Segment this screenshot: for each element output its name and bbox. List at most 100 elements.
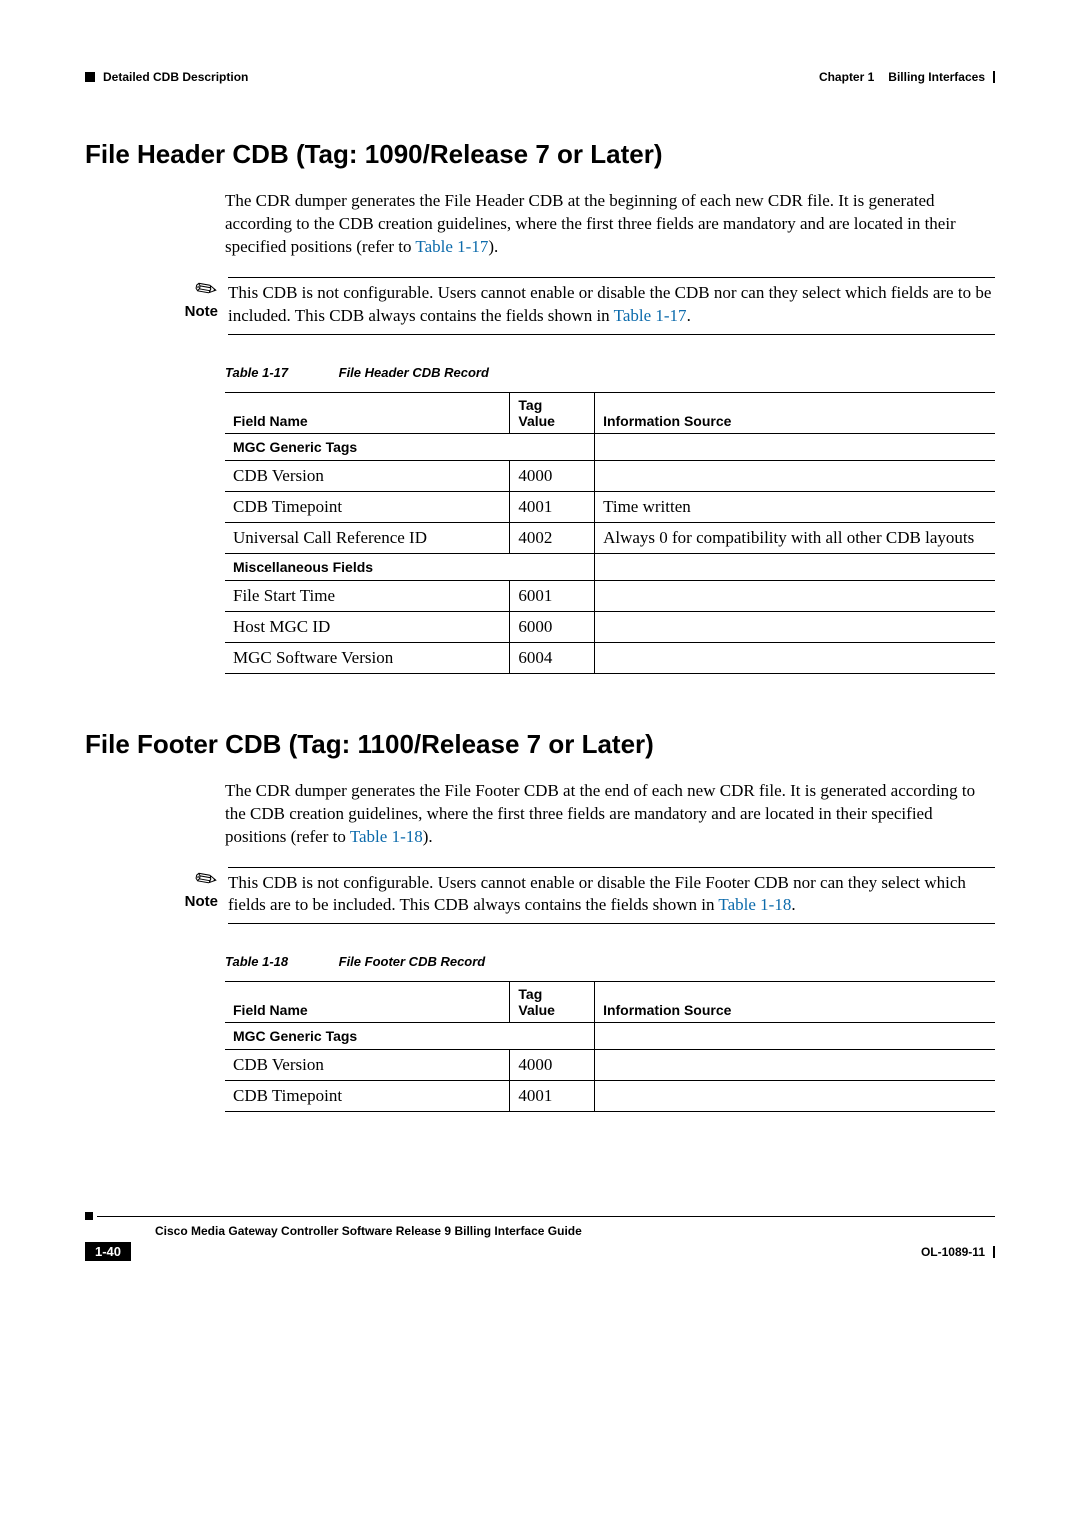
table-ref-link[interactable]: Table 1-18 — [718, 895, 791, 914]
table-ref-link[interactable]: Table 1-17 — [614, 306, 687, 325]
section-label: Miscellaneous Fields — [225, 553, 595, 580]
running-header: Detailed CDB Description Chapter 1 Billi… — [85, 70, 995, 84]
table-caption: Table 1-17 File Header CDB Record — [225, 365, 995, 380]
cell-info: Always 0 for compatibility with all othe… — [595, 522, 995, 553]
cell-tag: 4000 — [510, 1050, 595, 1081]
th-tag-line1: Tag — [518, 986, 542, 1002]
doc-id: OL-1089-11 — [921, 1245, 995, 1259]
note-text: This CDB is not configurable. Users cann… — [228, 873, 966, 915]
cell-field: MGC Software Version — [225, 642, 510, 673]
table-number: Table 1-18 — [225, 954, 335, 969]
note-content: This CDB is not configurable. Users cann… — [228, 867, 995, 925]
cell-info — [595, 611, 995, 642]
cell-field: CDB Timepoint — [225, 491, 510, 522]
cell-info — [595, 1081, 995, 1112]
th-field-name: Field Name — [225, 982, 510, 1023]
page-number: 1-40 — [85, 1242, 131, 1261]
body-paragraph: The CDR dumper generates the File Header… — [225, 190, 995, 259]
table-ref-link[interactable]: Table 1-17 — [415, 237, 488, 256]
file-header-cdb-table: Field Name Tag Value Information Source … — [225, 392, 995, 674]
page-footer: Cisco Media Gateway Controller Software … — [85, 1212, 995, 1261]
note-label: Note — [185, 303, 218, 320]
table-header-row: Field Name Tag Value Information Source — [225, 982, 995, 1023]
table-section-row: MGC Generic Tags — [225, 433, 995, 460]
th-tag-line2: Value — [518, 413, 555, 429]
cell-tag: 6001 — [510, 580, 595, 611]
cell-info — [595, 580, 995, 611]
table-row: CDB Timepoint 4001 Time written — [225, 491, 995, 522]
footer-guide-title: Cisco Media Gateway Controller Software … — [155, 1224, 995, 1238]
cell-tag: 6004 — [510, 642, 595, 673]
note-text: . — [791, 895, 795, 914]
section-heading-file-header: File Header CDB (Tag: 1090/Release 7 or … — [85, 139, 995, 170]
table-row: Host MGC ID 6000 — [225, 611, 995, 642]
para-text: ). — [423, 827, 433, 846]
table-section-row: Miscellaneous Fields — [225, 553, 995, 580]
doc-id-text: OL-1089-11 — [921, 1245, 985, 1259]
th-info-source: Information Source — [595, 982, 995, 1023]
table-caption: Table 1-18 File Footer CDB Record — [225, 954, 995, 969]
note-block: ✎ Note This CDB is not configurable. Use… — [160, 277, 995, 335]
cell-tag: 4002 — [510, 522, 595, 553]
th-info-source: Information Source — [595, 392, 995, 433]
header-right: Chapter 1 Billing Interfaces — [819, 70, 995, 84]
empty-cell — [595, 553, 995, 580]
header-marker-icon — [85, 72, 95, 82]
table-row: File Start Time 6001 — [225, 580, 995, 611]
cell-tag: 4001 — [510, 491, 595, 522]
th-tag-value: Tag Value — [510, 392, 595, 433]
cell-tag: 6000 — [510, 611, 595, 642]
table-title: File Footer CDB Record — [339, 954, 486, 969]
th-field-name: Field Name — [225, 392, 510, 433]
chapter-title: Billing Interfaces — [888, 70, 985, 84]
table-ref-link[interactable]: Table 1-18 — [350, 827, 423, 846]
file-footer-cdb-table: Field Name Tag Value Information Source … — [225, 981, 995, 1112]
table-row: CDB Timepoint 4001 — [225, 1081, 995, 1112]
footer-rule — [97, 1216, 995, 1217]
table-row: Universal Call Reference ID 4002 Always … — [225, 522, 995, 553]
section-label: MGC Generic Tags — [225, 1023, 595, 1050]
cell-info — [595, 1050, 995, 1081]
cell-tag: 4001 — [510, 1081, 595, 1112]
footer-bar-icon — [993, 1246, 995, 1258]
section-heading-file-footer: File Footer CDB (Tag: 1100/Release 7 or … — [85, 729, 995, 760]
note-block: ✎ Note This CDB is not configurable. Use… — [160, 867, 995, 925]
th-tag-line1: Tag — [518, 397, 542, 413]
table-title: File Header CDB Record — [339, 365, 489, 380]
table-header-row: Field Name Tag Value Information Source — [225, 392, 995, 433]
header-bar-icon — [993, 71, 995, 83]
table-row: CDB Version 4000 — [225, 460, 995, 491]
table-number: Table 1-17 — [225, 365, 335, 380]
cell-info — [595, 460, 995, 491]
note-pencil-icon: ✎ — [191, 273, 224, 307]
header-left: Detailed CDB Description — [85, 70, 248, 84]
footer-marker-icon — [85, 1212, 93, 1220]
th-tag-line2: Value — [518, 1002, 555, 1018]
cell-field: CDB Version — [225, 460, 510, 491]
section-path: Detailed CDB Description — [103, 70, 248, 84]
cell-info: Time written — [595, 491, 995, 522]
para-text: The CDR dumper generates the File Footer… — [225, 781, 975, 846]
empty-cell — [595, 433, 995, 460]
section-label: MGC Generic Tags — [225, 433, 595, 460]
cell-field: Host MGC ID — [225, 611, 510, 642]
table-row: MGC Software Version 6004 — [225, 642, 995, 673]
table-row: CDB Version 4000 — [225, 1050, 995, 1081]
th-tag-value: Tag Value — [510, 982, 595, 1023]
cell-info — [595, 642, 995, 673]
cell-tag: 4000 — [510, 460, 595, 491]
para-text: ). — [488, 237, 498, 256]
chapter-label: Chapter 1 — [819, 70, 874, 84]
para-text: The CDR dumper generates the File Header… — [225, 191, 956, 256]
cell-field: File Start Time — [225, 580, 510, 611]
note-label: Note — [185, 893, 218, 910]
note-text: . — [687, 306, 691, 325]
body-paragraph: The CDR dumper generates the File Footer… — [225, 780, 995, 849]
empty-cell — [595, 1023, 995, 1050]
table-section-row: MGC Generic Tags — [225, 1023, 995, 1050]
cell-field: Universal Call Reference ID — [225, 522, 510, 553]
note-text: This CDB is not configurable. Users cann… — [228, 283, 991, 325]
cell-field: CDB Version — [225, 1050, 510, 1081]
cell-field: CDB Timepoint — [225, 1081, 510, 1112]
note-content: This CDB is not configurable. Users cann… — [228, 277, 995, 335]
